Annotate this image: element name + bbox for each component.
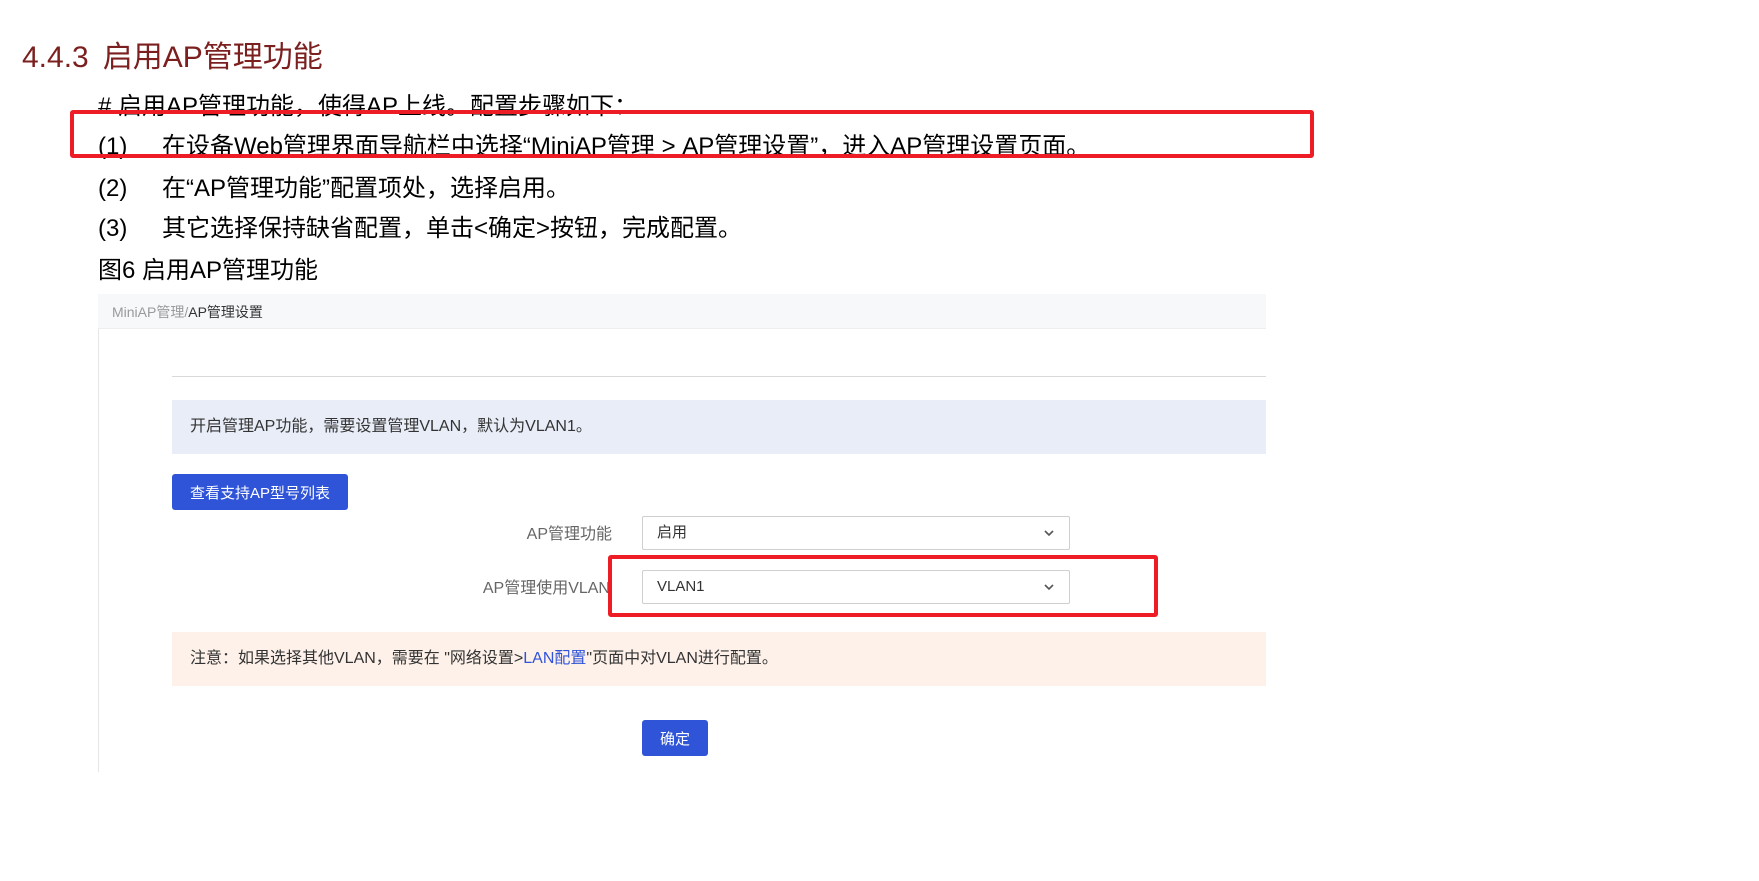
step-index: (2): [98, 175, 128, 202]
ap-mgmt-value: 启用: [657, 524, 688, 541]
section-title: 启用AP管理功能: [102, 41, 323, 74]
vlan-note-banner: 注意：如果选择其他VLAN，需要在 "网络设置>LAN配置"页面中对VLAN进行…: [172, 632, 1266, 686]
section-heading: 4.4.3 启用AP管理功能: [22, 32, 323, 76]
note-prefix: 注意：如果选择其他VLAN，需要在 "网络设置>: [190, 650, 524, 667]
ap-model-list-button[interactable]: 查看支持AP型号列表: [172, 474, 348, 510]
ap-mgmt-label: AP管理功能: [526, 526, 612, 543]
step-text: 其它选择保持缺省配置，单击<确定>按钮，完成配置。: [162, 215, 743, 242]
breadcrumb-bar: [98, 294, 1266, 329]
info-banner: 开启管理AP功能，需要设置管理VLAN，默认为VLAN1。: [172, 400, 1266, 454]
lan-config-link[interactable]: LAN配置: [523, 650, 586, 667]
step-2: (2) 在“AP管理功能”配置项处，选择启用。: [98, 168, 570, 203]
step-index: (3): [98, 215, 128, 242]
note-suffix: "页面中对VLAN进行配置。: [586, 650, 778, 667]
vlan-highlight-box: [608, 555, 1158, 617]
breadcrumb-current: AP管理设置: [188, 304, 263, 320]
ap-mgmt-select[interactable]: 启用: [642, 516, 1070, 550]
divider: [172, 376, 1266, 377]
step-3: (3) 其它选择保持缺省配置，单击<确定>按钮，完成配置。: [98, 208, 742, 243]
step-text: 在“AP管理功能”配置项处，选择启用。: [162, 175, 570, 202]
breadcrumb-parent[interactable]: MiniAP管理: [112, 304, 184, 320]
section-number: 4.4.3: [22, 41, 89, 74]
chevron-down-icon: [1044, 530, 1054, 537]
step-1-highlight-box: [70, 110, 1314, 158]
breadcrumb: MiniAP管理/AP管理设置: [112, 302, 263, 322]
vlan-label: AP管理使用VLAN: [482, 580, 610, 597]
figure-caption: 图6 启用AP管理功能: [98, 257, 319, 284]
confirm-button[interactable]: 确定: [642, 720, 708, 756]
